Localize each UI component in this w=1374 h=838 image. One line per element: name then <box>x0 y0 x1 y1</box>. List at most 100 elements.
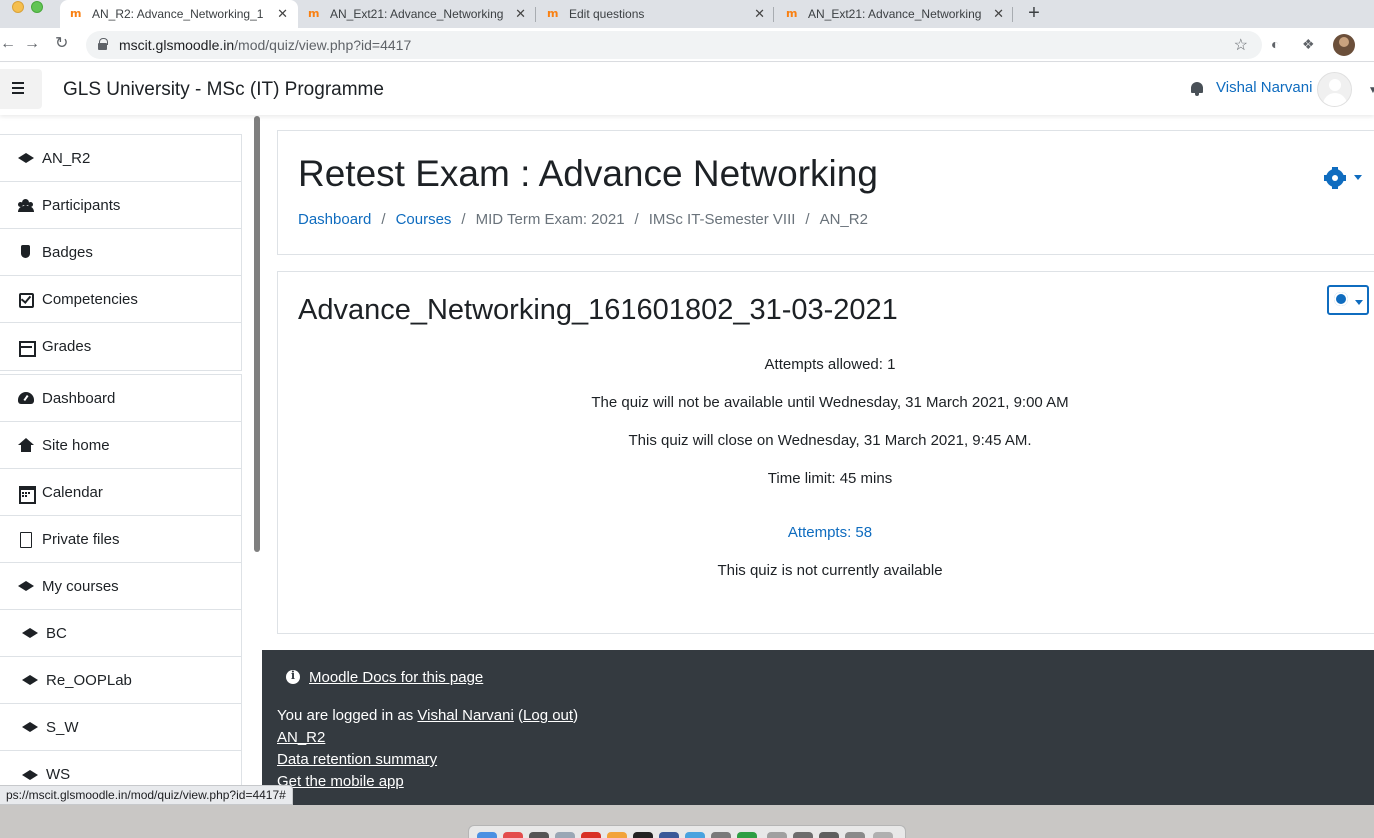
course-home-link[interactable]: AN_R2 <box>277 729 325 746</box>
moodle-favicon-icon: m <box>70 7 82 20</box>
tab-separator <box>773 7 774 22</box>
chrome-icon[interactable] <box>607 832 627 838</box>
close-date-text: This quiz will close on Wednesday, 31 Ma… <box>628 432 1032 449</box>
sidebar-item-label: Calendar <box>42 483 103 501</box>
minimize-window-button[interactable] <box>12 1 24 13</box>
sidebar-item-my-courses[interactable]: My courses <box>0 563 241 610</box>
activity-settings-gear-icon[interactable] <box>1327 285 1369 315</box>
tab-title: AN_R2: Advance_Networking_1 <box>92 7 264 21</box>
sidebar-item-dashboard[interactable]: Dashboard <box>0 375 241 422</box>
browser-profile-avatar[interactable] <box>1333 34 1355 56</box>
sidebar-item-private-files[interactable]: Private files <box>0 516 241 563</box>
sidebar-item-course[interactable]: AN_R2 <box>0 135 241 182</box>
breadcrumb-courses[interactable]: Courses <box>396 211 452 228</box>
close-tab-icon[interactable]: ✕ <box>993 6 1004 22</box>
breadcrumb-dashboard[interactable]: Dashboard <box>298 211 371 228</box>
lock-icon <box>98 38 108 50</box>
app-icon[interactable] <box>685 832 705 838</box>
site-name[interactable]: GLS University - MSc (IT) Programme <box>63 79 384 101</box>
browser-tab-1[interactable]: m AN_R2: Advance_Networking_1 ✕ <box>60 0 298 28</box>
sidebar-item-badges[interactable]: Badges <box>0 229 241 276</box>
sidebar-item-course-bc[interactable]: BC <box>0 610 241 657</box>
site-navbar: GLS University - MSc (IT) Programme Vish… <box>0 63 1374 115</box>
browser-tab-3[interactable]: m Edit questions ✕ <box>537 0 775 28</box>
close-tab-icon[interactable]: ✕ <box>277 6 288 22</box>
address-bar[interactable]: mscit.glsmoodle.in/mod/quiz/view.php?id=… <box>86 31 1262 59</box>
sidebar-item-label: Competencies <box>42 290 138 308</box>
drawer-toggle-button[interactable] <box>0 69 42 109</box>
app-icon[interactable] <box>555 832 575 838</box>
attempts-allowed-text: Attempts allowed: 1 <box>764 356 896 373</box>
app-icon[interactable] <box>845 832 865 838</box>
finder-icon[interactable] <box>477 832 497 838</box>
bookmark-star-icon[interactable]: ☆ <box>1234 35 1248 55</box>
app-icon[interactable] <box>659 832 679 838</box>
course-nav-group: AN_R2 Participants Badges Competencies G… <box>0 134 242 371</box>
sidebar-item-participants[interactable]: Participants <box>0 182 241 229</box>
sidebar-item-calendar[interactable]: Calendar <box>0 469 241 516</box>
moodle-favicon-icon: m <box>786 7 798 20</box>
user-menu-name[interactable]: Vishal Narvani <box>1216 79 1312 96</box>
sidebar-item-label: S_W <box>46 718 79 736</box>
sidebar-item-competencies[interactable]: Competencies <box>0 276 241 323</box>
forward-arrow-icon[interactable]: → <box>24 34 40 54</box>
time-limit-text: Time limit: 45 mins <box>767 470 893 487</box>
app-icon[interactable] <box>767 832 787 838</box>
browser-tab-2[interactable]: m AN_Ext21: Advance_Networking ✕ <box>298 0 536 28</box>
logged-in-info: You are logged in as Vishal Narvani (Log… <box>277 707 578 724</box>
caret-down-icon[interactable]: ▼ <box>1368 85 1374 96</box>
url-text: mscit.glsmoodle.in/mod/quiz/view.php?id=… <box>119 37 412 53</box>
trash-icon[interactable] <box>873 832 893 838</box>
calendar-app-icon[interactable] <box>503 832 523 838</box>
table-icon <box>18 340 36 357</box>
mobile-app-link[interactable]: Get the mobile app <box>277 773 404 790</box>
back-arrow-icon[interactable]: ← <box>0 34 16 54</box>
app-icon[interactable] <box>711 832 731 838</box>
logout-link[interactable]: Log out <box>523 707 573 724</box>
caret-down-icon[interactable] <box>1354 175 1362 180</box>
sidebar-item-label: Dashboard <box>42 389 116 407</box>
sidebar-item-label: Badges <box>42 243 93 261</box>
app-icon[interactable] <box>819 832 839 838</box>
sidebar-item-course-s-w[interactable]: S_W <box>0 704 241 751</box>
app-icon[interactable] <box>529 832 549 838</box>
new-tab-button[interactable]: + <box>1024 0 1044 28</box>
notification-bell-icon[interactable] <box>1190 81 1204 97</box>
user-avatar[interactable] <box>1317 72 1352 107</box>
browser-tab-4[interactable]: m AN_Ext21: Advance_Networking ✕ <box>776 0 1014 28</box>
sidebar-scrollbar[interactable] <box>254 116 260 552</box>
close-tab-icon[interactable]: ✕ <box>754 6 765 22</box>
data-retention-link[interactable]: Data retention summary <box>277 751 437 768</box>
graduation-cap-icon <box>18 151 34 165</box>
course-settings-gear-icon[interactable] <box>1324 167 1346 189</box>
tab-title: AN_Ext21: Advance_Networking <box>808 7 982 21</box>
moodle-favicon-icon: m <box>547 7 559 20</box>
shield-icon <box>18 245 34 259</box>
sidebar-item-site-home[interactable]: Site home <box>0 422 241 469</box>
excel-icon[interactable] <box>737 832 757 838</box>
sidebar-item-grades[interactable]: Grades <box>0 323 241 370</box>
calendar-icon <box>18 485 36 504</box>
check-square-icon <box>18 292 34 308</box>
app-icon[interactable] <box>793 832 813 838</box>
quiz-main-region: Advance_Networking_161601802_31-03-2021 … <box>277 271 1374 634</box>
app-icon[interactable] <box>581 832 601 838</box>
moodle-docs-link[interactable]: Moodle Docs for this page <box>309 669 483 686</box>
close-tab-icon[interactable]: ✕ <box>515 6 526 22</box>
file-icon <box>18 532 34 548</box>
sidebar-item-label: Participants <box>42 196 121 214</box>
graduation-cap-icon <box>22 720 38 734</box>
tachometer-icon <box>18 391 34 405</box>
extensions-puzzle-icon[interactable]: ❖ <box>1302 36 1315 53</box>
maximize-window-button[interactable] <box>31 1 43 13</box>
info-circle-icon <box>286 669 300 684</box>
sidebar-item-label: AN_R2 <box>42 149 91 167</box>
extension-circle-icon[interactable]: ◐ <box>1271 36 1279 52</box>
sidebar-item-course-re-ooplab[interactable]: Re_OOPLab <box>0 657 241 704</box>
nav-drawer: AN_R2 Participants Badges Competencies G… <box>0 115 262 805</box>
profile-link[interactable]: Vishal Narvani <box>417 707 513 724</box>
attempts-link[interactable]: Attempts: 58 <box>788 524 872 541</box>
terminal-icon[interactable] <box>633 832 653 838</box>
page-footer: Moodle Docs for this page You are logged… <box>262 650 1374 805</box>
reload-icon[interactable]: ↻ <box>55 34 68 54</box>
